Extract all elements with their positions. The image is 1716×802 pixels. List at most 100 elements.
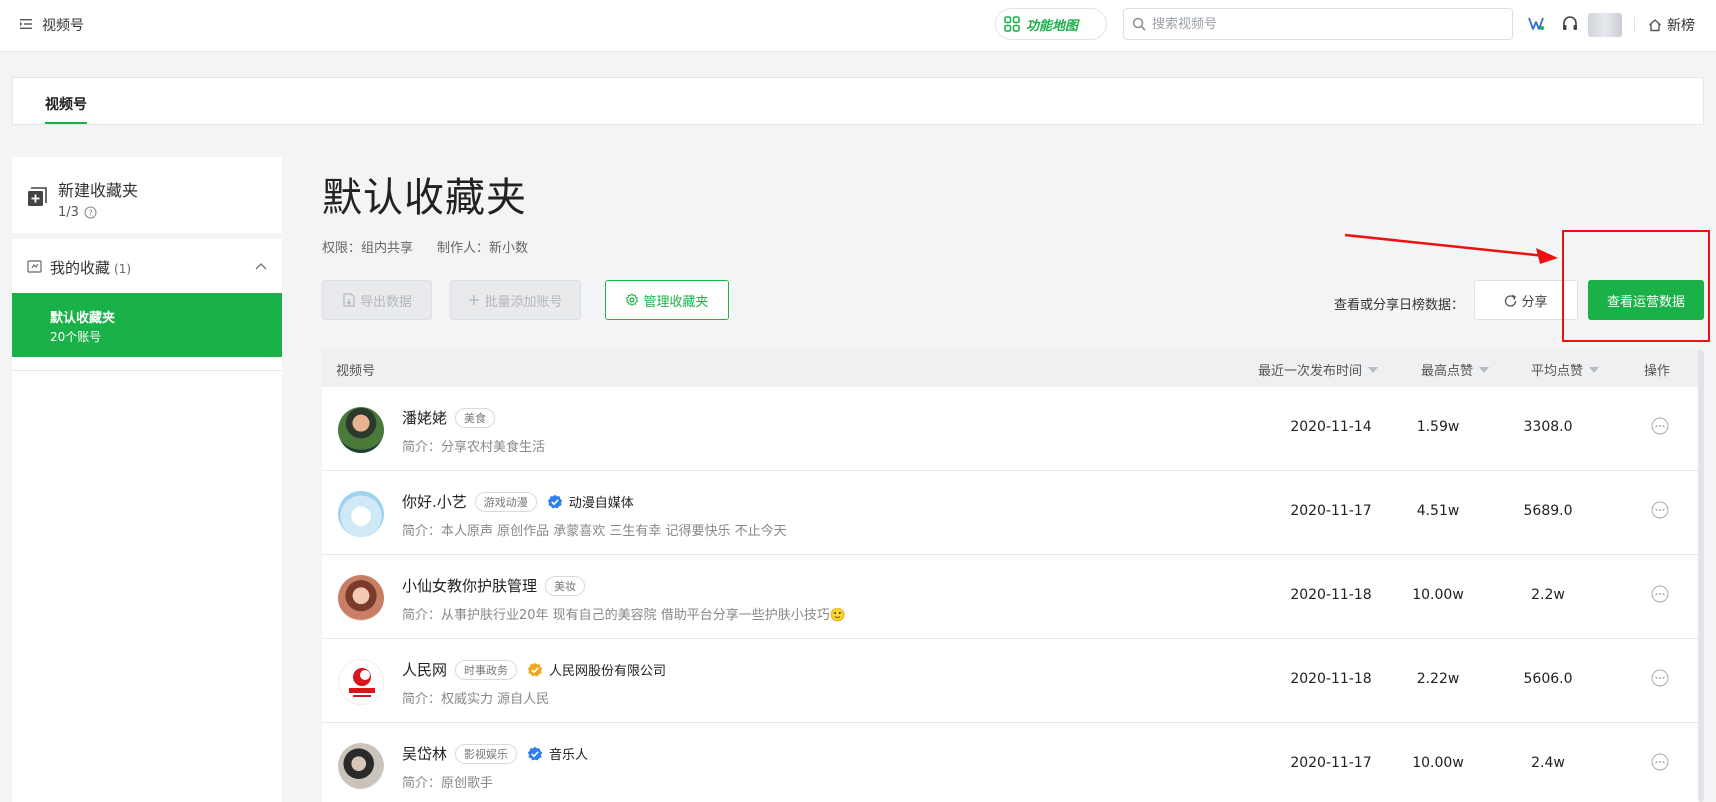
verified-blue-icon: [547, 494, 562, 508]
sidebar-item-default-folder[interactable]: 默认收藏夹 20个账号: [12, 293, 282, 357]
export-data-button[interactable]: 导出数据: [322, 280, 432, 320]
feature-map-label: 功能地图: [1026, 18, 1079, 34]
share-icon: [1505, 294, 1517, 307]
account-name-line: 你好.小艺 游戏动漫 动漫自媒体: [402, 491, 634, 512]
my-favorites-text: 我的收藏: [50, 259, 111, 277]
account-name-line: 小仙女教你护肤管理 美妆: [402, 575, 586, 596]
tab-active-indicator: [45, 122, 87, 124]
category-tag: 美食: [455, 407, 496, 428]
account-bio: 简介：权威实力 源自人民: [402, 692, 550, 707]
avatar: [338, 575, 384, 621]
folder-name: 默认收藏夹: [50, 311, 116, 326]
permission-text: 权限：组内共享: [322, 241, 414, 256]
folder-meta: 权限：组内共享 制作人：新小数: [322, 237, 528, 256]
more-options-icon[interactable]: [1651, 585, 1669, 603]
avatar: [338, 491, 384, 537]
verified-text: 动漫自媒体: [568, 496, 634, 511]
header-last-publish-label: 最近一次发布时间: [1258, 364, 1363, 379]
account-name-line: 人民网 时事政务 人民网股份有限公司: [402, 659, 666, 680]
grid-icon: [1004, 16, 1020, 32]
search-input[interactable]: [1152, 16, 1492, 32]
avg-likes: 5689.0: [1523, 503, 1573, 519]
account-name[interactable]: 小仙女教你护肤管理: [402, 575, 537, 596]
table-row[interactable]: 潘姥姥 美食 简介：分享农村美食生活 2020-11-14 1.59w 3308…: [322, 387, 1698, 471]
more-options-icon[interactable]: [1651, 501, 1669, 519]
manage-folder-button[interactable]: 管理收藏夹: [605, 280, 729, 320]
sidebar: 新建收藏夹 1/3 ? 我的收藏 (1) 默认收藏夹 20个账号: [12, 157, 282, 802]
account-name-line: 潘姥姥 美食: [402, 407, 496, 428]
sort-caret-icon: [1589, 366, 1600, 373]
top-bar: 视频号 功能地图 新榜: [0, 0, 1716, 52]
my-favorites-label: 我的收藏 (1): [50, 257, 131, 278]
sidebar-divider: [12, 370, 282, 371]
batch-add-button[interactable]: 批量添加账号: [450, 280, 581, 320]
account-name[interactable]: 潘姥姥: [402, 407, 447, 428]
more-options-icon[interactable]: [1651, 753, 1669, 771]
header-avg-likes[interactable]: 平均点赞: [1531, 360, 1600, 379]
header-max-likes-label: 最高点赞: [1421, 364, 1474, 379]
batch-add-label: 批量添加账号: [484, 294, 563, 310]
search-box[interactable]: [1123, 8, 1513, 40]
avg-likes: 3308.0: [1523, 419, 1573, 435]
verified-blue-icon: [527, 746, 543, 760]
user-avatar[interactable]: [1588, 13, 1622, 37]
gear-icon: [626, 293, 639, 307]
account-bio: 简介：从事护肤行业20年 现有自己的美容院 借助平台分享一些护肤小技巧🙂: [402, 608, 846, 623]
new-folder-button[interactable]: 新建收藏夹 1/3 ?: [12, 157, 282, 239]
home-icon: [1649, 19, 1661, 32]
home-link[interactable]: 新榜: [1648, 15, 1695, 35]
verified-text: 音乐人: [549, 748, 589, 763]
share-label: 分享: [1521, 294, 1548, 310]
avg-likes: 5606.0: [1523, 671, 1573, 687]
account-bio: 简介：原创歌手: [402, 776, 494, 791]
help-icon[interactable]: ?: [84, 206, 97, 219]
category-tag: 影视娱乐: [455, 743, 518, 764]
account-bio: 简介：分享农村美食生活: [402, 440, 546, 455]
folder-quota: 1/3 ?: [58, 205, 97, 220]
my-favorites-header[interactable]: 我的收藏 (1): [12, 245, 282, 289]
verified-gold-icon: [527, 662, 543, 676]
menu-collapse-icon[interactable]: [20, 18, 32, 30]
account-bio: 简介：本人原声 原创作品 承蒙喜欢 三生有幸 记得要快乐 不止今天: [402, 524, 787, 539]
more-options-icon[interactable]: [1651, 669, 1669, 687]
tab-channels[interactable]: 视频号: [45, 94, 87, 114]
account-name[interactable]: 人民网: [402, 659, 447, 680]
avatar: [338, 659, 384, 705]
new-folder-label: 新建收藏夹: [58, 181, 139, 200]
header-avg-likes-label: 平均点赞: [1531, 364, 1584, 379]
svg-text:?: ?: [88, 209, 92, 218]
account-name[interactable]: 吴岱林: [402, 743, 447, 764]
manage-folder-label: 管理收藏夹: [643, 294, 709, 310]
export-icon: [343, 293, 355, 307]
people-daily-logo-icon: [349, 668, 375, 697]
table-row[interactable]: 人民网 时事政务 人民网股份有限公司 简介：权威实力 源自人民 2020-11-…: [322, 639, 1698, 723]
page-title: 默认收藏夹: [322, 175, 527, 221]
headset-icon[interactable]: [1561, 15, 1579, 33]
search-icon: [1132, 17, 1146, 31]
feature-map-button[interactable]: 功能地图: [995, 8, 1107, 40]
table-scrollbar[interactable]: [1698, 350, 1704, 802]
header-max-likes[interactable]: 最高点赞: [1421, 360, 1490, 379]
add-folder-icon: [28, 187, 47, 206]
table-row[interactable]: 你好.小艺 游戏动漫 动漫自媒体 简介：本人原声 原创作品 承蒙喜欢 三生有幸 …: [322, 471, 1698, 555]
max-likes: 1.59w: [1416, 419, 1460, 435]
verified-text: 人民网股份有限公司: [549, 664, 667, 679]
accounts-table: 视频号 最近一次发布时间 最高点赞 平均点赞 操作 潘姥姥 美食 简介：分享农村…: [322, 349, 1698, 802]
max-likes: 2.22w: [1416, 671, 1460, 687]
folder-account-count: 20个账号: [50, 330, 102, 344]
last-publish-date: 2020-11-17: [1290, 755, 1372, 771]
plus-icon: [469, 295, 480, 305]
creator-text: 制作人：新小数: [437, 241, 529, 256]
avatar: [338, 743, 384, 789]
chevron-up-icon[interactable]: [254, 260, 268, 274]
annotation-arrow-icon: [1344, 233, 1558, 264]
more-options-icon[interactable]: [1651, 417, 1669, 435]
header-last-publish[interactable]: 最近一次发布时间: [1258, 360, 1379, 379]
account-name[interactable]: 你好.小艺: [402, 491, 467, 512]
avg-likes: 2.2w: [1531, 587, 1565, 603]
bookmark-icon[interactable]: [1527, 15, 1545, 33]
favorites-folder-icon: [27, 260, 42, 273]
table-row[interactable]: 小仙女教你护肤管理 美妆 简介：从事护肤行业20年 现有自己的美容院 借助平台分…: [322, 555, 1698, 639]
table-row[interactable]: 吴岱林 影视娱乐 音乐人 简介：原创歌手 2020-11-17 10.00w 2…: [322, 723, 1698, 802]
max-likes: 4.51w: [1416, 503, 1460, 519]
